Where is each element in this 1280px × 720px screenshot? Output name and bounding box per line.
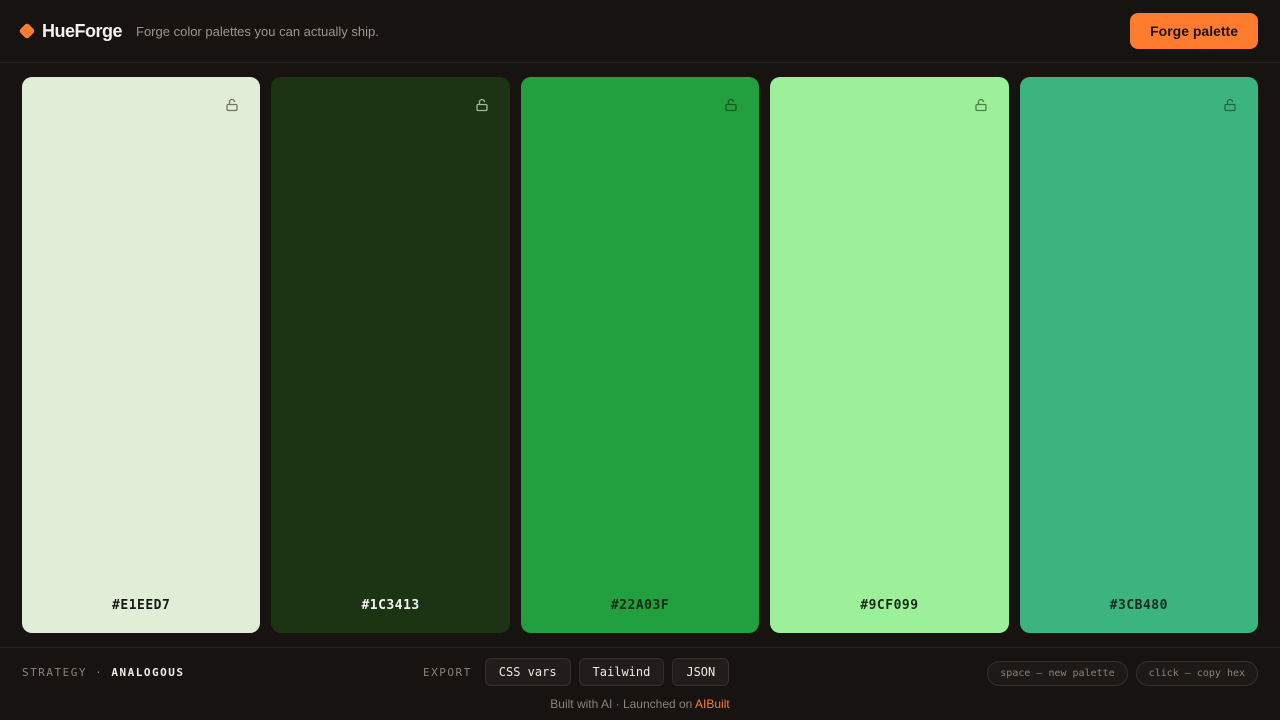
swatch-1[interactable]: #E1EED7	[22, 77, 261, 633]
swatch-3[interactable]: #22A03F	[520, 77, 760, 633]
app-header: HueForge Forge color palettes you can ac…	[0, 0, 1280, 63]
swatch-hex[interactable]: #E1EED7	[22, 598, 260, 613]
export-label: EXPORT	[423, 665, 472, 679]
strategy-value[interactable]: ANALOGOUS	[111, 666, 184, 679]
swatch-hex[interactable]: #1C3413	[271, 598, 509, 613]
unlock-icon[interactable]	[973, 97, 989, 113]
swatch-2[interactable]: #1C3413	[271, 77, 510, 633]
swatch-hex[interactable]: #3CB480	[1020, 598, 1258, 613]
strategy-indicator: STRATEGY · ANALOGOUS	[22, 666, 184, 679]
hint-copy-hex: click — copy hex	[1135, 661, 1258, 686]
unlock-icon[interactable]	[224, 97, 240, 113]
forge-palette-button[interactable]: Forge palette	[1130, 13, 1258, 49]
swatch-hex[interactable]: #22A03F	[521, 598, 759, 613]
aibuilt-link[interactable]: AIBuilt	[695, 697, 730, 711]
keyboard-hints: space — new palette click — copy hex	[987, 661, 1258, 686]
export-group: EXPORT CSS vars Tailwind JSON	[423, 658, 737, 686]
export-tailwind-button[interactable]: Tailwind	[578, 658, 665, 686]
unlock-icon[interactable]	[723, 97, 739, 113]
swatch-4[interactable]: #9CF099	[770, 77, 1009, 633]
hint-new-palette: space — new palette	[987, 661, 1128, 686]
swatch-5[interactable]: #3CB480	[1019, 77, 1259, 633]
brand-name: HueForge	[42, 20, 123, 41]
export-css-vars-button[interactable]: CSS vars	[484, 658, 571, 686]
export-json-button[interactable]: JSON	[672, 658, 730, 686]
logo-diamond-icon	[18, 22, 36, 40]
unlock-icon[interactable]	[1222, 97, 1238, 113]
footer-text: Built with AI · Launched on	[550, 697, 696, 711]
strategy-separator: ·	[95, 666, 104, 679]
strategy-label: STRATEGY	[22, 666, 87, 679]
unlock-icon[interactable]	[474, 97, 490, 113]
palette-swatches: #E1EED7 #1C3413 #22A03F #9CF099 #3CB480	[22, 77, 1259, 633]
swatch-hex[interactable]: #9CF099	[770, 598, 1008, 613]
footer-credit: Built with AI · Launched on AIBuilt	[0, 697, 1280, 711]
tagline: Forge color palettes you can actually sh…	[136, 23, 379, 39]
bottom-bar: STRATEGY · ANALOGOUS EXPORT CSS vars Tai…	[0, 647, 1280, 720]
